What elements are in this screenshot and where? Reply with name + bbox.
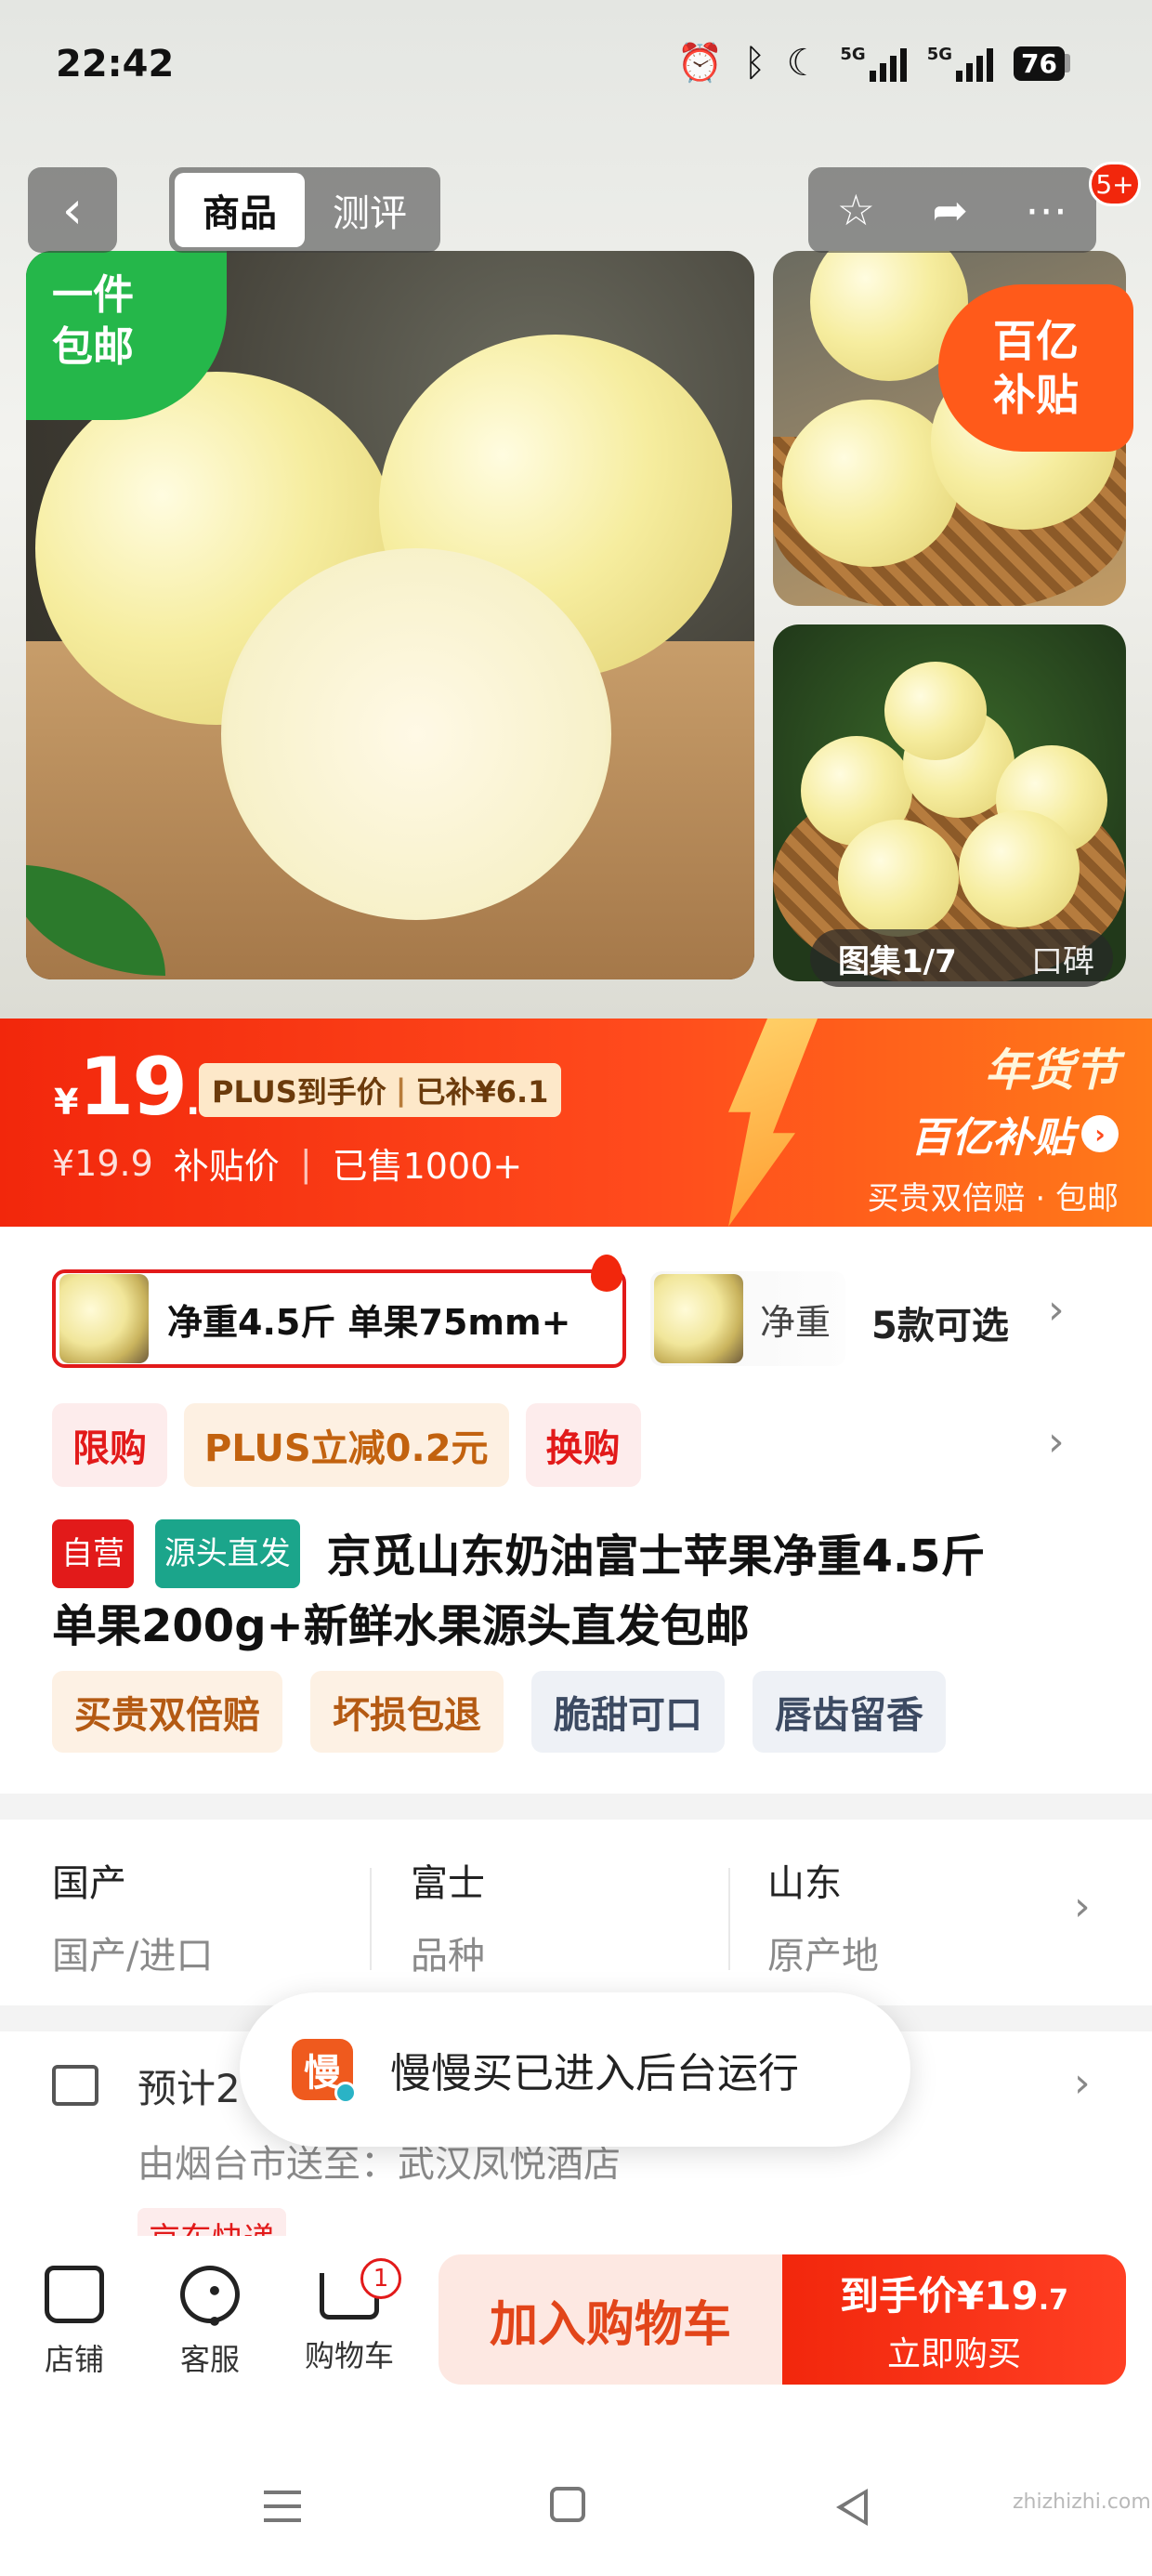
festival-subsidy[interactable]: 百亿补贴 › <box>868 1104 1119 1163</box>
signal-5g-icon: 5G <box>840 45 907 82</box>
title-line-2: 单果200g+新鲜水果源头直发包邮 <box>52 1600 750 1652</box>
chevron-right-icon: › <box>1074 1883 1091 1930</box>
tab-product[interactable]: 商品 <box>175 173 305 247</box>
buy-now-button[interactable]: 到手价¥19.7 立即购买 <box>782 2254 1126 2385</box>
attribute-divider <box>728 1868 730 1970</box>
system-navigation-bar <box>0 2422 1152 2576</box>
variant-selector: 净重4.5斤 单果75mm+ 净重 5款可选 › <box>0 1245 1152 1385</box>
buy-now-label: 立即购买 <box>886 2334 1021 2373</box>
variant-option[interactable]: 净重 <box>650 1271 845 1366</box>
attribute-variety: 富士 品种 <box>411 1862 485 1978</box>
product-thumbnail-tray[interactable] <box>773 624 1126 981</box>
title-line-1: 京觅山东奶油富士苹果净重4.5斤 <box>326 1531 986 1583</box>
status-icons: ⏰ ᛒ ☾ 5G 5G 76 <box>677 41 1070 85</box>
attribute-origin-place: 山东 原产地 <box>767 1862 879 1978</box>
notification-badge: 5+ <box>1089 162 1141 206</box>
store-icon <box>45 2266 104 2323</box>
watermark: zhizhizhi.com <box>1013 2491 1151 2514</box>
status-time: 22:42 <box>56 43 175 85</box>
moon-icon: ☾ <box>786 42 820 85</box>
feature-tags: 买贵双倍赔 坏损包退 脆甜可口 唇齿留香 <box>52 1671 946 1753</box>
manmanmai-app-icon: 慢 <box>292 2039 357 2104</box>
star-icon[interactable]: ☆ <box>837 185 875 235</box>
original-price: ¥19.9 <box>52 1142 153 1184</box>
battery-icon: 76 <box>1014 46 1070 81</box>
price-banner: ¥ 19 .7 PLUS到手价 | 已补¥6.1 ¥19.9 补贴价 | 已售1… <box>0 1019 1152 1227</box>
back-triangle-icon[interactable] <box>836 2489 868 2526</box>
chevron-right-icon[interactable]: › <box>1048 1286 1065 1334</box>
status-bar: 22:42 ⏰ ᛒ ☾ 5G 5G 76 <box>0 0 1152 139</box>
product-page: 22:42 ⏰ ᛒ ☾ 5G 5G 76 一件 包邮 百亿 补贴 图集1/7 口… <box>0 0 1152 2576</box>
customer-service-button[interactable]: 客服 <box>154 2262 266 2379</box>
bottom-action-bar: 店铺 客服 购物车 1 加入购物车 到手价¥19.7 立即购买 <box>0 2236 1152 2422</box>
attribute-row[interactable]: 国产 国产/进口 富士 品种 山东 原产地 › <box>0 1821 1152 2007</box>
tab-review[interactable]: 测评 <box>305 173 435 247</box>
nav-tabs: 商品 测评 <box>169 167 440 253</box>
variant-count[interactable]: 5款可选 <box>871 1295 1009 1349</box>
alarm-icon: ⏰ <box>676 42 724 85</box>
nav-actions: ☆ ➦ ⋯ <box>808 167 1096 253</box>
fire-icon <box>591 1255 622 1292</box>
store-button[interactable]: 店铺 <box>19 2262 130 2379</box>
background-running-toast: 慢 慢慢买已进入后台运行 <box>240 1992 910 2147</box>
battery-level: 76 <box>1014 46 1065 81</box>
plus-price-chip: PLUS到手价 | 已补¥6.1 <box>199 1063 562 1117</box>
feature-tag: 唇齿留香 <box>753 1671 946 1753</box>
variant-thumbnail <box>59 1274 149 1363</box>
feature-tag: 买贵双倍赔 <box>52 1671 282 1753</box>
festival-title: 年货节 <box>984 1045 1119 1097</box>
gallery-counter[interactable]: 图集1/7 <box>810 936 957 981</box>
chevron-left-icon: ‹ <box>61 179 84 241</box>
buy-price: 到手价¥19.7 <box>840 2272 1068 2319</box>
add-to-cart-button[interactable]: 加入购物车 <box>439 2254 782 2385</box>
bluetooth-icon: ᛒ <box>743 42 766 85</box>
toast-text: 慢慢买已进入后台运行 <box>390 2050 799 2097</box>
promo-tags: 限购 PLUS立减0.2元 换购 <box>52 1403 641 1487</box>
festival-perks: 买贵双倍赔 · 包邮 <box>867 1180 1119 1217</box>
self-operated-tag: 自营 <box>52 1519 134 1588</box>
variant-thumbnail <box>654 1274 743 1363</box>
section-divider <box>0 1794 1152 1820</box>
subsidy-badge: 百亿 补贴 <box>938 284 1133 452</box>
subsidy-price-label: 补贴价 <box>173 1146 280 1187</box>
price-sub: ¥19.9 补贴价 | 已售1000+ <box>52 1137 522 1189</box>
feature-tag: 脆甜可口 <box>531 1671 725 1753</box>
promo-limit[interactable]: 限购 <box>52 1403 167 1487</box>
product-title: 自营 源头直发 京觅山东奶油富士苹果净重4.5斤 单果200g+新鲜水果源头直发… <box>52 1519 1093 1659</box>
delivery-estimate: 预计2 <box>137 2066 241 2111</box>
chat-icon <box>180 2266 240 2337</box>
variant-option-selected[interactable]: 净重4.5斤 单果75mm+ <box>52 1269 626 1368</box>
attribute-origin-type: 国产 国产/进口 <box>52 1862 214 1978</box>
recent-apps-icon[interactable] <box>264 2491 301 2522</box>
chevron-right-icon: › <box>1074 2059 1091 2107</box>
bolt-decoration <box>728 1019 818 1227</box>
truck-icon <box>52 2065 98 2106</box>
cart-count-badge: 1 <box>360 2258 401 2299</box>
feature-tag: 坏损包退 <box>310 1671 504 1753</box>
gallery-bar[interactable]: 图集1/7 口碑 <box>810 929 1113 987</box>
festival-promo[interactable]: 年货节 百亿补贴 › 买贵双倍赔 · 包邮 <box>868 1033 1119 1218</box>
share-icon[interactable]: ➦ <box>932 185 968 235</box>
attribute-divider <box>370 1868 372 1970</box>
more-icon[interactable]: ⋯ <box>1025 185 1067 235</box>
chevron-right-icon[interactable]: › <box>1048 1418 1065 1465</box>
promo-exchange[interactable]: 换购 <box>525 1403 641 1487</box>
promo-plus-discount[interactable]: PLUS立减0.2元 <box>184 1403 509 1487</box>
chevron-right-icon: › <box>1081 1115 1119 1152</box>
back-button[interactable]: ‹ <box>28 167 117 253</box>
reviews-link[interactable]: 口碑 <box>1031 936 1113 981</box>
origin-direct-tag: 源头直发 <box>154 1519 300 1588</box>
signal-5g-icon: 5G <box>927 45 994 82</box>
sold-count: 已售1000+ <box>332 1146 523 1187</box>
home-icon[interactable] <box>550 2487 585 2522</box>
